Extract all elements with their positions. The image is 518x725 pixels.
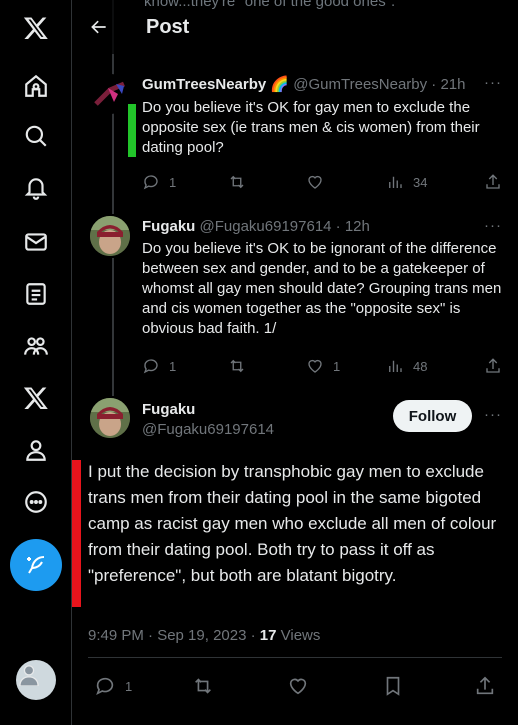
home-icon[interactable] xyxy=(14,64,58,108)
profile-icon[interactable] xyxy=(14,428,58,472)
like-count: 1 xyxy=(333,358,341,374)
reply-count: 1 xyxy=(169,358,177,374)
avatar[interactable] xyxy=(90,74,130,114)
tweet-actions: 1 34 xyxy=(142,172,502,192)
views-count: 34 xyxy=(413,174,428,190)
reply-tweet[interactable]: GumTreesNearby 🌈 @GumTreesNearby · 21h ·… xyxy=(72,66,518,196)
author-handle[interactable]: @Fugaku69197614 · 12h xyxy=(200,218,370,235)
avatar[interactable] xyxy=(90,216,130,256)
reply-icon xyxy=(96,677,114,696)
reply-button[interactable]: 1 xyxy=(94,676,132,696)
heart-icon xyxy=(308,175,322,189)
analytics-icon xyxy=(389,176,402,188)
author-handle[interactable]: @GumTreesNearby · 21h xyxy=(293,76,465,93)
compose-icon xyxy=(27,556,45,574)
heart-icon xyxy=(289,678,307,695)
more-circle-icon[interactable] xyxy=(14,480,58,524)
views-label: Views xyxy=(276,627,321,644)
share-button[interactable] xyxy=(484,172,502,192)
author-name[interactable]: Fugaku xyxy=(142,401,274,418)
time-text[interactable]: 9:49 PM · Sep 19, 2023 · xyxy=(88,627,260,644)
lists-icon[interactable] xyxy=(14,272,58,316)
search-icon[interactable] xyxy=(14,114,58,158)
reply-button[interactable]: 1 xyxy=(142,356,176,376)
views-button[interactable]: 48 xyxy=(386,356,427,376)
reply-count: 1 xyxy=(169,174,177,190)
reply-button[interactable]: 1 xyxy=(142,172,176,192)
repost-button[interactable] xyxy=(192,676,214,696)
views-count: 48 xyxy=(413,358,428,374)
like-button[interactable]: 1 xyxy=(306,356,340,376)
page-title: Post xyxy=(146,16,190,38)
scrolled-text-fragment: know...they're "one of the good ones". xyxy=(144,0,396,10)
tweet-actions: 1 1 48 xyxy=(142,356,502,376)
avatar[interactable] xyxy=(90,398,130,438)
messages-mail-icon[interactable] xyxy=(14,220,58,264)
x-logo-icon[interactable] xyxy=(14,6,58,50)
share-button[interactable] xyxy=(484,356,502,376)
reply-tweet[interactable]: Fugaku @Fugaku69197614 · 12h ··· Do you … xyxy=(72,214,518,380)
communities-icon[interactable] xyxy=(14,324,58,368)
like-button[interactable] xyxy=(287,676,309,696)
like-button[interactable] xyxy=(306,172,324,192)
bookmark-button[interactable] xyxy=(382,676,404,696)
reply-icon xyxy=(143,359,158,374)
share-icon xyxy=(476,676,494,695)
share-button[interactable] xyxy=(474,676,496,696)
repost-button[interactable] xyxy=(228,356,246,376)
share-icon xyxy=(486,174,500,189)
repost-button[interactable] xyxy=(228,172,246,192)
tweet-text: Do you believe it's OK for gay men to ex… xyxy=(142,99,480,156)
follow-button[interactable]: Follow xyxy=(393,400,472,432)
notifications-bell-icon[interactable] xyxy=(14,166,58,210)
back-button[interactable] xyxy=(86,14,112,40)
author-handle[interactable]: @Fugaku69197614 xyxy=(142,421,274,438)
more-options-icon[interactable]: ··· xyxy=(484,406,502,423)
back-arrow-icon xyxy=(91,20,106,34)
views-count: 17 xyxy=(259,627,277,644)
reply-icon xyxy=(143,175,158,190)
more-options-icon[interactable]: ··· xyxy=(484,217,502,234)
analytics-icon xyxy=(389,360,402,372)
share-icon xyxy=(486,358,500,373)
post-header: know...they're "one of the good ones". P… xyxy=(72,0,518,54)
account-avatar[interactable] xyxy=(16,660,56,700)
reply-count: 1 xyxy=(125,678,133,694)
tweet-text: I put the decision by transphobic gay me… xyxy=(88,462,497,585)
views-button[interactable]: 34 xyxy=(386,172,427,192)
focused-tweet: Fugaku @Fugaku69197614 Follow ··· I put … xyxy=(72,396,518,725)
tweet-text: Do you believe it's OK to be ignorant of… xyxy=(142,240,502,337)
rainbow-badge: 🌈 xyxy=(270,76,290,93)
main-column: know...they're "one of the good ones". P… xyxy=(72,0,518,725)
author-name[interactable]: GumTreesNearby xyxy=(142,76,266,93)
red-accent-bar xyxy=(72,460,81,607)
repost-icon xyxy=(195,678,211,694)
divider xyxy=(88,657,502,658)
compose-post-button[interactable] xyxy=(10,539,62,591)
author-name[interactable]: Fugaku xyxy=(142,218,195,235)
green-accent-bar xyxy=(128,104,136,157)
more-options-icon[interactable]: ··· xyxy=(484,74,502,91)
heart-icon xyxy=(308,359,322,373)
nav-rail xyxy=(0,0,72,725)
bookmark-icon xyxy=(386,676,400,696)
repost-icon xyxy=(230,175,244,189)
premium-x-icon[interactable] xyxy=(14,376,58,420)
tweet-timestamp: 9:49 PM · Sep 19, 2023 · 17 Views xyxy=(88,627,320,644)
repost-icon xyxy=(230,359,244,373)
focused-tweet-actions: 1 xyxy=(88,676,502,696)
